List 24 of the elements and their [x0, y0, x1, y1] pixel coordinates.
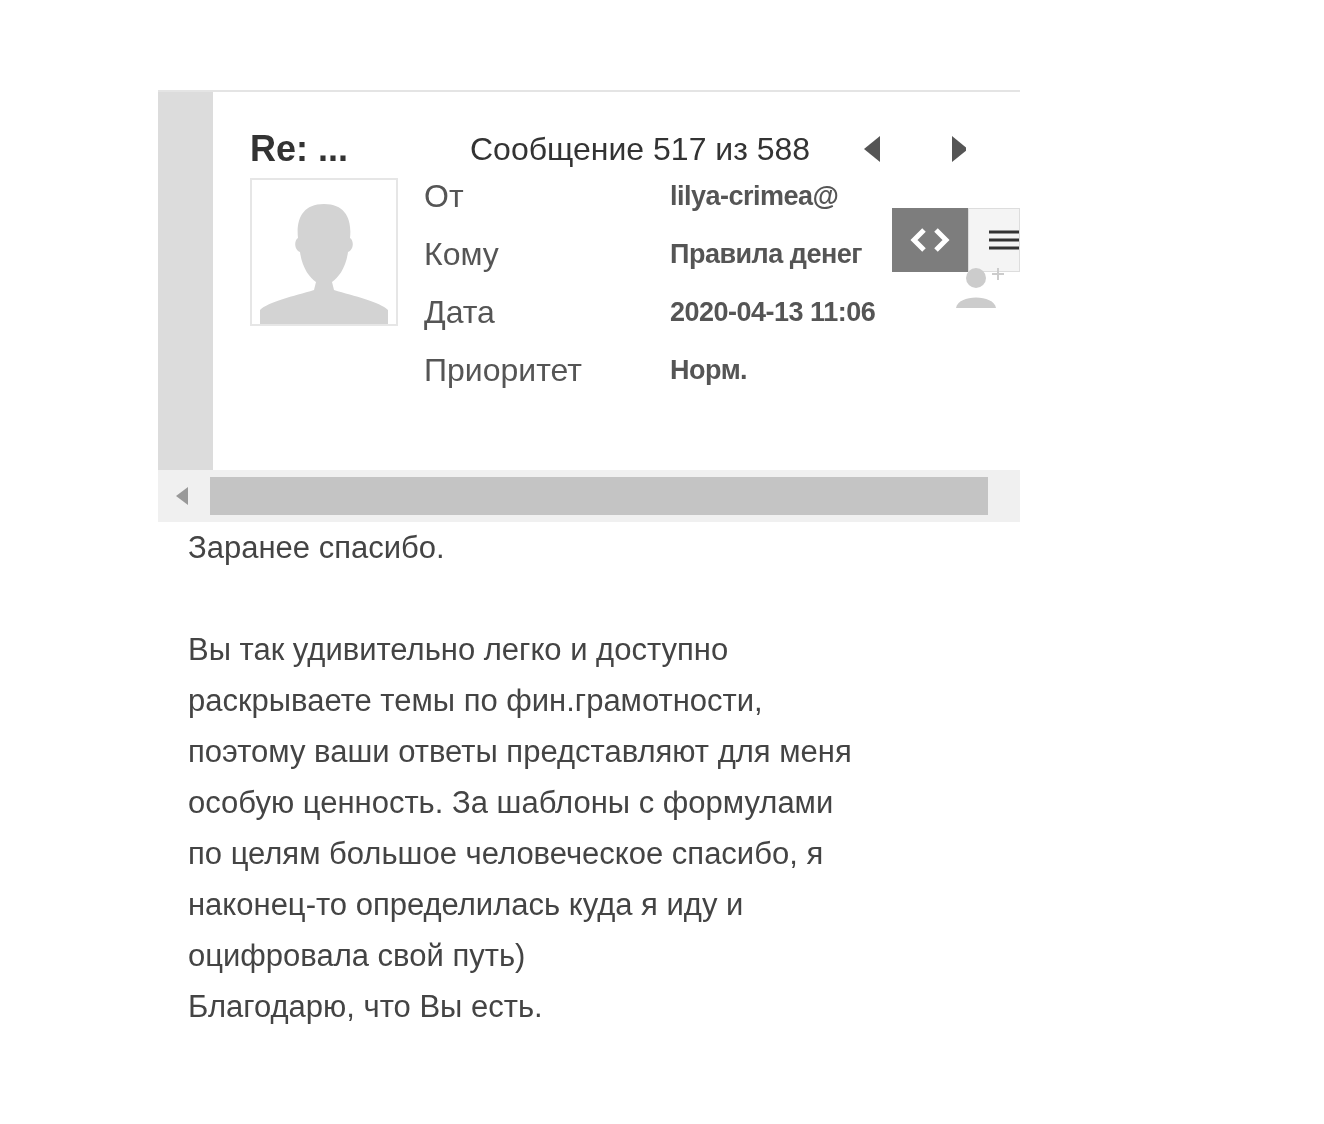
horizontal-scrollbar[interactable]	[158, 470, 1020, 522]
code-icon	[910, 228, 950, 252]
field-value: lilya-crimea@	[670, 179, 839, 213]
message-paragraph: Заранее спасибо.	[188, 529, 446, 567]
field-value: 2020-04-13 11:06	[670, 295, 876, 329]
field-label: От	[424, 177, 465, 216]
field-label: Кому	[424, 235, 500, 274]
left-triangle-icon	[864, 136, 881, 162]
field-label: Дата	[424, 293, 496, 332]
menu-icon	[989, 229, 1019, 251]
field-value: Правила денег	[670, 237, 862, 271]
message-paragraph: Вы так удивительно легко и доступно раскрываете темы по фин.грамотности, поэтому ваши ответы представляют для меня особую ценность. За шаблоны с формулами по целям большое человеческое спасибо, я наконец-то определилась куда я иду и оцифровала свой путь) Благодарю, что Вы есть.	[188, 631, 853, 1026]
field-label: Приоритет	[424, 351, 583, 390]
add-contact-icon[interactable]	[954, 266, 1006, 308]
scroll-left-icon	[176, 487, 188, 505]
scrollbar-thumb[interactable]	[210, 477, 988, 515]
menu-button[interactable]	[968, 208, 1020, 272]
field-value: Норм.	[670, 353, 748, 387]
previous-message-button[interactable]	[862, 134, 883, 164]
right-triangle-icon	[952, 136, 967, 162]
subject-title: Re: ...	[250, 127, 349, 171]
message-counter: Сообщение 517 из 588	[470, 130, 811, 169]
code-view-button[interactable]	[892, 208, 968, 272]
next-message-button[interactable]	[952, 134, 967, 164]
